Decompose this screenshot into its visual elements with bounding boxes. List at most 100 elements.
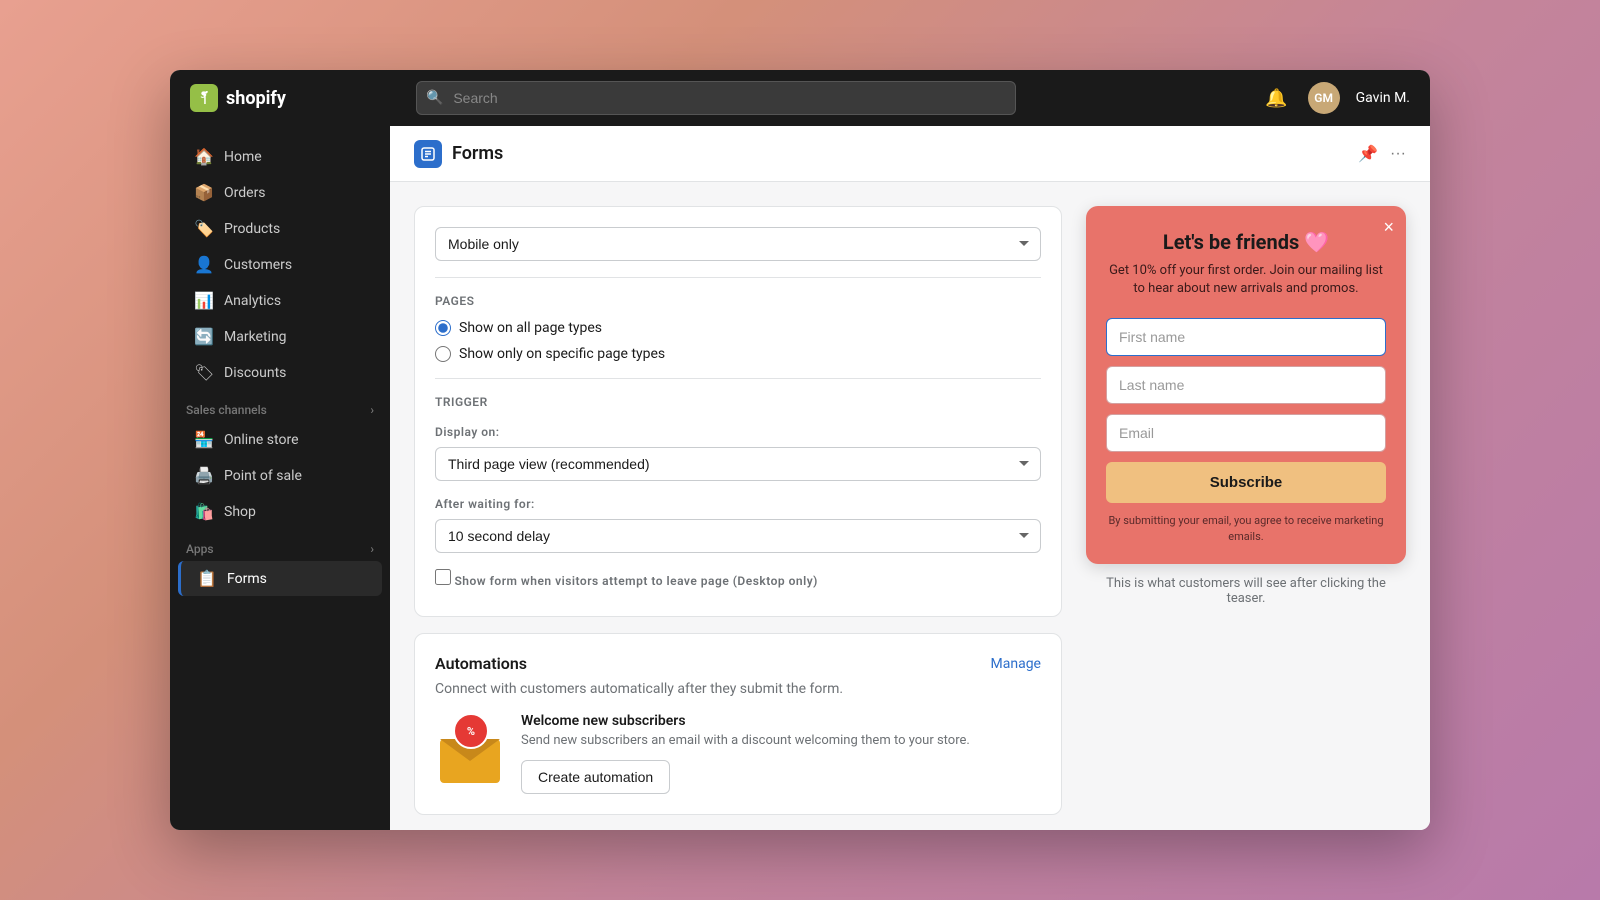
popup-close-button[interactable]: × xyxy=(1383,218,1394,236)
radio-specific-pages-input[interactable] xyxy=(435,346,451,362)
search-bar: 🔍 xyxy=(416,81,1016,115)
automation-item: % Welcome new subscribers Send new subsc… xyxy=(435,713,1041,794)
sidebar-item-products[interactable]: 🏷️ Products xyxy=(178,211,382,246)
wait-for-select[interactable]: 10 second delay 5 second delay 30 second… xyxy=(435,519,1041,553)
notifications-button[interactable]: 🔔 xyxy=(1261,84,1291,113)
apps-section: Apps › xyxy=(170,530,390,560)
home-icon: 🏠 xyxy=(194,147,214,166)
logo-text: shopify xyxy=(226,88,286,109)
popup-title: Let's be friends 🩷 xyxy=(1106,230,1386,254)
search-input[interactable] xyxy=(416,81,1016,115)
automations-title: Automations xyxy=(435,654,527,673)
radio-group: Show on all page types Show only on spec… xyxy=(435,320,1041,362)
popup-first-name-input[interactable] xyxy=(1106,318,1386,356)
sidebar-item-customers[interactable]: 👤 Customers xyxy=(178,247,382,282)
popup-email-input[interactable] xyxy=(1106,414,1386,452)
search-icon: 🔍 xyxy=(426,90,443,106)
automation-item-desc: Send new subscribers an email with a dis… xyxy=(521,733,970,748)
main-column: Mobile only Desktop only All devices PAG… xyxy=(414,206,1062,806)
forms-icon: 📋 xyxy=(197,569,217,588)
exit-intent-checkbox-label[interactable]: Show form when visitors attempt to leave… xyxy=(435,569,1041,588)
sidebar-item-point-of-sale[interactable]: 🖨️ Point of sale xyxy=(178,458,382,493)
radio-all-pages[interactable]: Show on all page types xyxy=(435,320,1041,336)
sidebar-item-online-store[interactable]: 🏪 Online store xyxy=(178,422,382,457)
subscribe-button[interactable]: Subscribe xyxy=(1106,462,1386,503)
exit-intent-group: Show form when visitors attempt to leave… xyxy=(435,569,1041,588)
popup-preview: × Let's be friends 🩷 Get 10% off your fi… xyxy=(1086,206,1406,564)
sidebar-item-label: Home xyxy=(224,149,262,165)
sidebar-item-label: Customers xyxy=(224,257,292,273)
header-actions: 📌 ··· xyxy=(1358,144,1406,163)
sidebar-item-label: Marketing xyxy=(224,329,287,345)
header: shopify 🔍 🔔 GM Gavin M. xyxy=(170,70,1430,126)
exit-intent-label: Show form when visitors attempt to leave… xyxy=(454,574,817,588)
preview-column: × Let's be friends 🩷 Get 10% off your fi… xyxy=(1086,206,1406,806)
pages-section-label: PAGES xyxy=(435,294,1041,308)
sidebar-item-discounts[interactable]: 🏷 Discounts xyxy=(178,355,382,390)
device-select[interactable]: Mobile only Desktop only All devices xyxy=(435,227,1041,261)
discount-badge: % xyxy=(453,713,489,749)
manage-link[interactable]: Manage xyxy=(991,656,1041,672)
avatar: GM xyxy=(1308,82,1340,114)
wait-for-label: After waiting for: xyxy=(435,497,1041,511)
exit-intent-checkbox[interactable] xyxy=(435,569,451,585)
popup-last-name-input[interactable] xyxy=(1106,366,1386,404)
shop-icon: 🛍️ xyxy=(194,502,214,521)
automation-icon: % xyxy=(435,713,505,783)
analytics-icon: 📊 xyxy=(194,291,214,310)
online-store-icon: 🏪 xyxy=(194,430,214,449)
sidebar-item-forms[interactable]: 📋 Forms xyxy=(178,561,382,596)
orders-icon: 📦 xyxy=(194,183,214,202)
shopify-logo-icon xyxy=(190,84,218,112)
content-area: Forms 📌 ··· Mobile only Desktop only All… xyxy=(390,126,1430,830)
display-on-select[interactable]: Third page view (recommended) First page… xyxy=(435,447,1041,481)
sidebar-item-analytics[interactable]: 📊 Analytics xyxy=(178,283,382,318)
trigger-section-label: TRIGGER xyxy=(435,395,1041,409)
page-title-wrap: Forms xyxy=(414,140,503,168)
device-card: Mobile only Desktop only All devices PAG… xyxy=(414,206,1062,617)
radio-all-pages-input[interactable] xyxy=(435,320,451,336)
user-name: Gavin M. xyxy=(1356,90,1410,106)
sales-channels-section: Sales channels › xyxy=(170,391,390,421)
products-icon: 🏷️ xyxy=(194,219,214,238)
sidebar-item-label: Shop xyxy=(224,504,256,520)
page-content: Mobile only Desktop only All devices PAG… xyxy=(390,182,1430,830)
display-on-group: Display on: Third page view (recommended… xyxy=(435,425,1041,481)
sidebar-item-label: Discounts xyxy=(224,365,286,381)
logo: shopify xyxy=(190,84,286,112)
page-title: Forms xyxy=(452,143,503,164)
popup-legal-text: By submitting your email, you agree to r… xyxy=(1106,513,1386,544)
discounts-icon: 🏷 xyxy=(194,363,214,382)
radio-specific-pages-label: Show only on specific page types xyxy=(459,346,665,362)
expand-icon: › xyxy=(370,403,374,417)
create-automation-button[interactable]: Create automation xyxy=(521,760,670,794)
header-right: 🔔 GM Gavin M. xyxy=(1261,82,1410,114)
preview-caption: This is what customers will see after cl… xyxy=(1086,576,1406,606)
sidebar-item-shop[interactable]: 🛍️ Shop xyxy=(178,494,382,529)
page-title-icon xyxy=(414,140,442,168)
pin-icon[interactable]: 📌 xyxy=(1358,144,1378,163)
main-layout: 🏠 Home 📦 Orders 🏷️ Products 👤 Customers … xyxy=(170,126,1430,830)
sidebar-item-marketing[interactable]: 🔄 Marketing xyxy=(178,319,382,354)
apps-expand-icon: › xyxy=(370,542,374,556)
popup-subtitle: Get 10% off your first order. Join our m… xyxy=(1106,262,1386,298)
sidebar-item-label: Point of sale xyxy=(224,468,302,484)
pos-icon: 🖨️ xyxy=(194,466,214,485)
radio-specific-pages[interactable]: Show only on specific page types xyxy=(435,346,1041,362)
more-button[interactable]: ··· xyxy=(1390,145,1406,163)
automation-info: Welcome new subscribers Send new subscri… xyxy=(521,713,970,794)
sidebar: 🏠 Home 📦 Orders 🏷️ Products 👤 Customers … xyxy=(170,126,390,830)
wait-for-group: After waiting for: 10 second delay 5 sec… xyxy=(435,497,1041,553)
page-header: Forms 📌 ··· xyxy=(390,126,1430,182)
radio-all-pages-label: Show on all page types xyxy=(459,320,602,336)
sidebar-item-label: Online store xyxy=(224,432,299,448)
sidebar-item-orders[interactable]: 📦 Orders xyxy=(178,175,382,210)
automations-header: Automations Manage xyxy=(435,654,1041,673)
sidebar-item-label: Analytics xyxy=(224,293,281,309)
display-on-label: Display on: xyxy=(435,425,1041,439)
sidebar-item-home[interactable]: 🏠 Home xyxy=(178,139,382,174)
sidebar-item-label: Products xyxy=(224,221,280,237)
automations-card: Automations Manage Connect with customer… xyxy=(414,633,1062,815)
marketing-icon: 🔄 xyxy=(194,327,214,346)
customers-icon: 👤 xyxy=(194,255,214,274)
